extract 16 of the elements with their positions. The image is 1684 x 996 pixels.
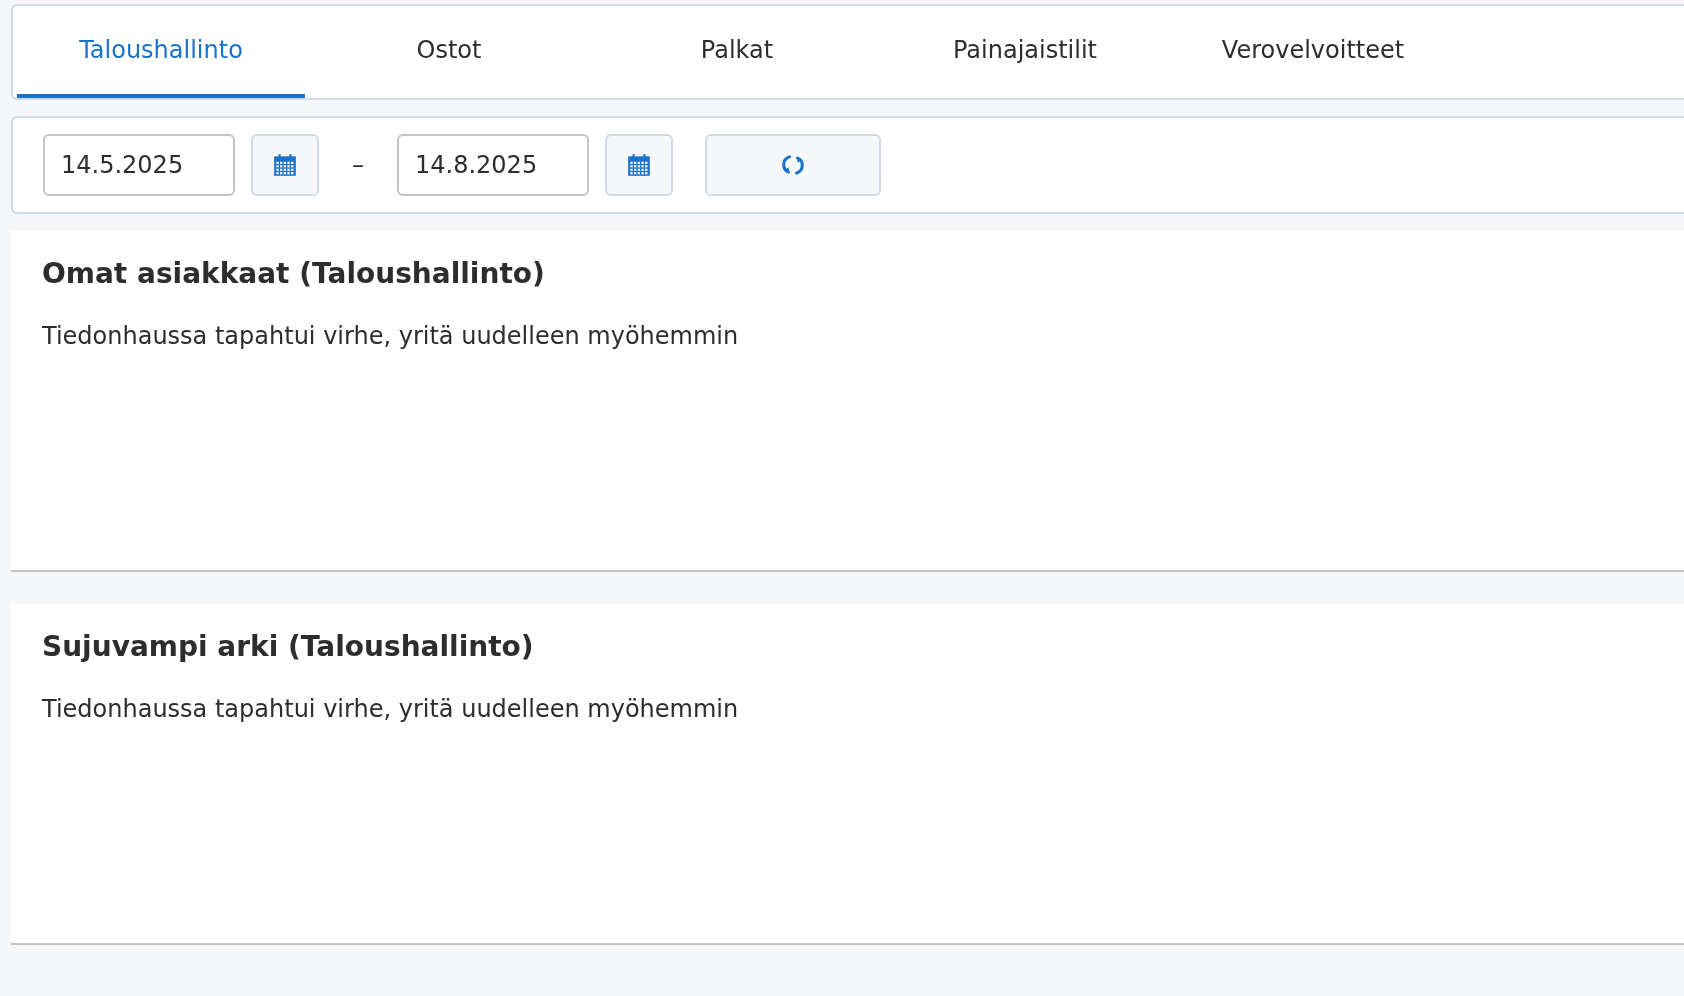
error-message: Tiedonhaussa tapahtui virhe, yritä uudelleen myöhemmin <box>42 322 740 350</box>
calendar-icon <box>626 152 652 178</box>
section-title: Sujuvampi arki (Taloushallinto) <box>42 630 535 663</box>
tab[interactable]: Taloushallinto <box>17 6 305 98</box>
date-field[interactable]: 14.8.2025 <box>397 134 589 196</box>
calendar-button[interactable] <box>251 134 319 196</box>
calendar-icon <box>272 152 298 178</box>
tab[interactable]: Painajaistilit <box>881 6 1169 98</box>
tab[interactable]: Ostot <box>305 6 593 98</box>
date-field[interactable]: 14.5.2025 <box>43 134 235 196</box>
calendar-button[interactable] <box>605 134 673 196</box>
tab[interactable]: Palkat <box>593 6 881 98</box>
error-message: Tiedonhaussa tapahtui virhe, yritä uudelleen myöhemmin <box>42 695 740 723</box>
range-separator: – <box>351 151 365 179</box>
tab[interactable]: Verovelvoitteet <box>1169 6 1457 98</box>
section-title: Omat asiakkaat (Taloushallinto) <box>42 257 546 290</box>
